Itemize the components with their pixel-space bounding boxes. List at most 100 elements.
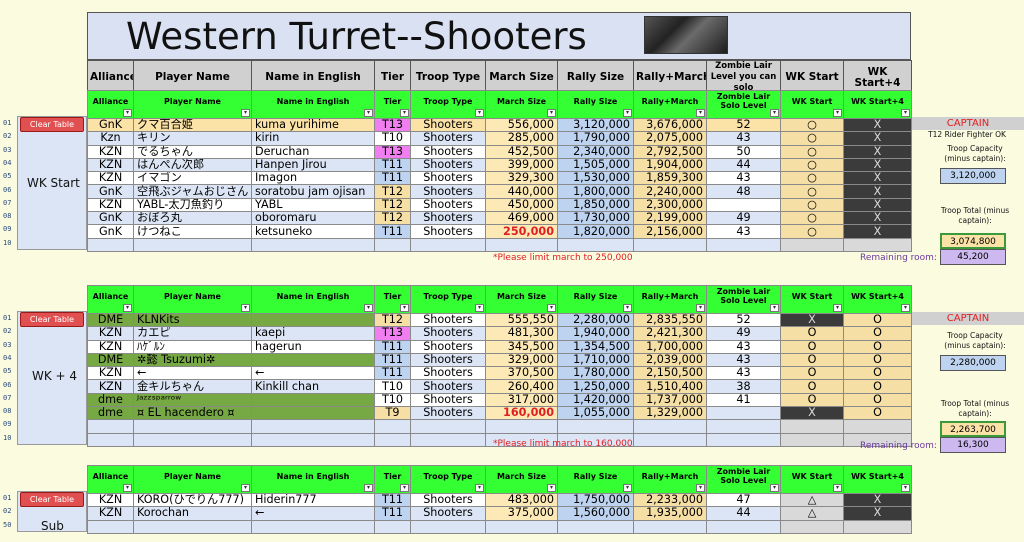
filter-dropdown-icon[interactable]: ▾	[623, 484, 632, 492]
filter-header-cell[interactable]: Player Name ▾	[133, 90, 252, 119]
filter-dropdown-icon[interactable]: ▾	[364, 484, 373, 492]
table-cell: 1,560,000	[557, 506, 634, 521]
filter-header-cell[interactable]: March Size ▾	[485, 90, 558, 119]
table-cell: Shooters	[410, 339, 486, 354]
table-cell: △	[780, 506, 844, 521]
filter-dropdown-icon[interactable]: ▾	[901, 109, 910, 117]
filter-dropdown-icon[interactable]: ▾	[547, 304, 556, 312]
table-cell: ketsuneko	[251, 224, 375, 239]
table-cell: T11	[374, 339, 411, 354]
filter-dropdown-icon[interactable]: ▾	[475, 484, 484, 492]
filter-dropdown-icon[interactable]: ▾	[833, 484, 842, 492]
filter-header-cell[interactable]: Name in English ▾	[251, 285, 375, 314]
table-cell: 1,904,000	[633, 157, 707, 173]
filter-dropdown-icon[interactable]: ▾	[364, 109, 373, 117]
row-number: 09	[3, 225, 12, 234]
table-cell: DME	[87, 352, 134, 368]
filter-dropdown-icon[interactable]: ▾	[123, 109, 132, 117]
filter-dropdown-icon[interactable]: ▾	[770, 304, 779, 312]
table-cell: Shooters	[410, 492, 486, 508]
filter-header-cell[interactable]: March Size ▾	[485, 285, 558, 314]
filter-header-cell[interactable]: WK Start ▾	[780, 465, 844, 494]
filter-header-cell[interactable]: Name in English ▾	[251, 465, 375, 494]
clear-table-button[interactable]: Clear Table	[20, 117, 84, 132]
filter-header-cell[interactable]: Troop Type ▾	[410, 465, 486, 494]
filter-header-cell[interactable]: Zombie Lair Solo Level ▾	[706, 285, 781, 314]
filter-header-cell[interactable]: Rally Size ▾	[557, 285, 634, 314]
table-cell: O	[843, 379, 912, 394]
filter-header-cell[interactable]: Rally+March ▾	[633, 285, 707, 314]
filter-header-cell[interactable]: Alliance ▾	[87, 90, 134, 119]
filter-header-cell[interactable]: Tier ▾	[374, 285, 411, 314]
filter-dropdown-icon[interactable]: ▾	[241, 109, 250, 117]
filter-dropdown-icon[interactable]: ▾	[901, 304, 910, 312]
filter-header-cell[interactable]: WK Start+4 ▾	[843, 285, 912, 314]
filter-dropdown-icon[interactable]: ▾	[696, 109, 705, 117]
filter-header-cell[interactable]: WK Start+4 ▾	[843, 90, 912, 119]
filter-header-cell[interactable]: Alliance ▾	[87, 465, 134, 494]
filter-header-cell[interactable]: WK Start+4 ▾	[843, 465, 912, 494]
filter-dropdown-icon[interactable]: ▾	[696, 304, 705, 312]
table-cell: 43	[706, 131, 781, 146]
filter-header-cell[interactable]: Name in English ▾	[251, 90, 375, 119]
filter-header-cell[interactable]: Troop Type ▾	[410, 90, 486, 119]
filter-dropdown-icon[interactable]: ▾	[833, 304, 842, 312]
filter-dropdown-icon[interactable]: ▾	[770, 109, 779, 117]
filter-header-cell[interactable]: Zombie Lair Solo Level ▾	[706, 90, 781, 119]
clear-table-button[interactable]: Clear Table	[20, 312, 84, 327]
table-cell	[706, 432, 781, 447]
table-row: KZN イマゴン Imagon T11 Shooters 329,300 1,530,000…	[87, 171, 912, 186]
table-row: KZN ← ← T11 Shooters 370,500 1,780,000 2,150,50…	[87, 366, 912, 381]
filter-header-label: Tier	[383, 471, 402, 481]
filter-dropdown-icon[interactable]: ▾	[696, 484, 705, 492]
filter-dropdown-icon[interactable]: ▾	[123, 484, 132, 492]
table-cell	[843, 237, 912, 252]
table-cell: KZN	[87, 339, 134, 354]
filter-header-cell[interactable]: WK Start ▾	[780, 90, 844, 119]
filter-dropdown-icon[interactable]: ▾	[547, 484, 556, 492]
filter-header-cell[interactable]: Player Name ▾	[133, 285, 252, 314]
table-cell: クマ百合姫	[133, 117, 252, 133]
filter-header-cell[interactable]: Rally+March ▾	[633, 90, 707, 119]
filter-dropdown-icon[interactable]: ▾	[400, 484, 409, 492]
filter-dropdown-icon[interactable]: ▾	[364, 304, 373, 312]
remaining-label: Remaining room:	[860, 441, 937, 451]
filter-header-label: Tier	[383, 291, 402, 301]
filter-dropdown-icon[interactable]: ▾	[901, 484, 910, 492]
filter-dropdown-icon[interactable]: ▾	[241, 484, 250, 492]
filter-header-cell[interactable]: Tier ▾	[374, 465, 411, 494]
filter-header-cell[interactable]: Alliance ▾	[87, 285, 134, 314]
filter-dropdown-icon[interactable]: ▾	[241, 304, 250, 312]
table-cell: soratobu jam ojisan	[251, 184, 375, 199]
filter-header-cell[interactable]: Rally Size ▾	[557, 465, 634, 494]
filter-header-cell[interactable]: Zombie Lair Solo Level ▾	[706, 465, 781, 494]
table-cell	[251, 432, 375, 447]
filter-dropdown-icon[interactable]: ▾	[475, 304, 484, 312]
filter-dropdown-icon[interactable]: ▾	[400, 304, 409, 312]
table-cell: ¤ EL hacendero ¤	[133, 406, 252, 421]
filter-header-row: Alliance ▾ Player Name ▾ Name in English ▾ Tie…	[87, 90, 912, 119]
filter-header-cell[interactable]: March Size ▾	[485, 465, 558, 494]
filter-header-cell[interactable]: Rally+March ▾	[633, 465, 707, 494]
clear-table-button[interactable]: Clear Table	[20, 492, 84, 507]
filter-dropdown-icon[interactable]: ▾	[400, 109, 409, 117]
filter-dropdown-icon[interactable]: ▾	[123, 304, 132, 312]
filter-dropdown-icon[interactable]: ▾	[833, 109, 842, 117]
filter-dropdown-icon[interactable]: ▾	[623, 304, 632, 312]
filter-header-cell[interactable]: WK Start ▾	[780, 285, 844, 314]
filter-dropdown-icon[interactable]: ▾	[770, 484, 779, 492]
filter-header-cell[interactable]: Troop Type ▾	[410, 285, 486, 314]
table-cell: 370,500	[485, 366, 558, 381]
filter-dropdown-icon[interactable]: ▾	[475, 109, 484, 117]
table-cell: 38	[706, 379, 781, 394]
table-cell: O	[780, 392, 844, 408]
filter-dropdown-icon[interactable]: ▾	[623, 109, 632, 117]
filter-header-cell[interactable]: Rally Size ▾	[557, 90, 634, 119]
table-cell: 285,000	[485, 131, 558, 146]
filter-header-label: Troop Type	[423, 96, 473, 106]
table-cell: はんぺん次郎	[133, 157, 252, 173]
table-cell: 452,500	[485, 144, 558, 159]
filter-dropdown-icon[interactable]: ▾	[547, 109, 556, 117]
filter-header-cell[interactable]: Tier ▾	[374, 90, 411, 119]
filter-header-cell[interactable]: Player Name ▾	[133, 465, 252, 494]
